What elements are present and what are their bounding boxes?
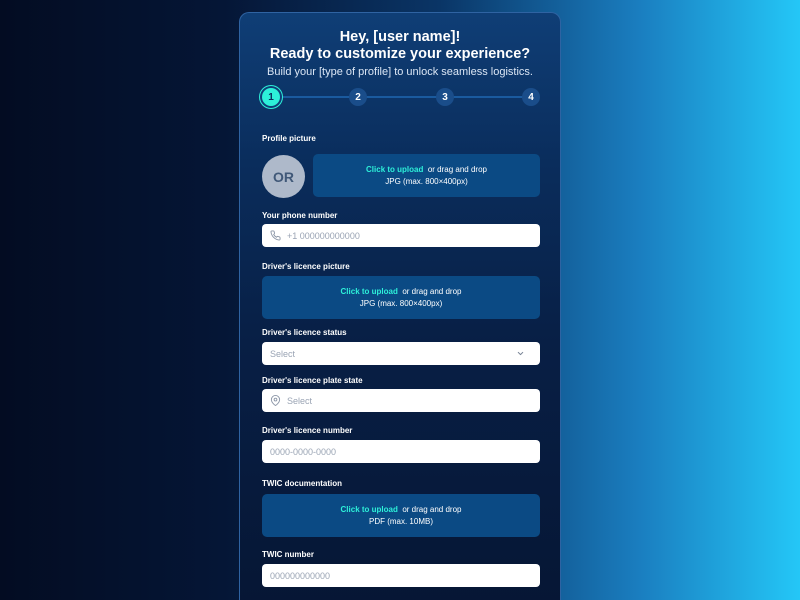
plate-state-select[interactable]: Select (262, 389, 540, 412)
phone-label: Your phone number (262, 211, 338, 220)
licence-number-placeholder: 0000-0000-0000 (270, 446, 337, 457)
step-2[interactable]: 2 (349, 88, 367, 106)
twic-doc-label: TWIC documentation (262, 479, 342, 488)
upload-instruction: or drag and drop (427, 164, 487, 174)
headline-text: Ready to customize your experience? (269, 46, 531, 62)
phone-input[interactable]: +1 000000000000 (262, 224, 540, 247)
step-4[interactable]: 4 (522, 88, 540, 106)
phone-placeholder: +1 000000000000 (287, 230, 360, 241)
licence-status-select[interactable]: Select (262, 342, 540, 365)
upload-instruction: or drag and drop (402, 504, 462, 514)
twic-number-label: TWIC number (262, 550, 314, 559)
profile-picture-label: Profile picture (262, 134, 316, 143)
licence-status-placeholder: Select (270, 348, 296, 359)
twic-number-placeholder: 000000000000 (270, 570, 331, 581)
twic-doc-upload[interactable]: Click to upload or drag and drop PDF (ma… (262, 494, 540, 537)
profile-picture-upload[interactable]: Click to upload or drag and drop JPG (ma… (313, 154, 540, 197)
onboarding-card: Hey, [user name]! Ready to customize you… (239, 12, 561, 600)
plate-state-label: Driver's licence plate state (262, 376, 363, 385)
upload-link[interactable]: Click to upload (341, 505, 398, 514)
upload-hint: PDF (max. 10MB) (368, 516, 433, 526)
licence-status-label: Driver's licence status (262, 328, 347, 337)
page-subtitle: Build your [type of profile] to unlock s… (267, 66, 533, 78)
step-1[interactable]: 1 (262, 88, 280, 106)
upload-hint: JPG (max. 800×400px) (359, 298, 443, 308)
licence-picture-upload[interactable]: Click to upload or drag and drop JPG (ma… (262, 276, 540, 319)
upload-link[interactable]: Click to upload (341, 287, 398, 296)
chevron-down-icon (517, 351, 524, 356)
phone-icon (270, 230, 281, 241)
page-title: Hey, [user name]! Ready to customize you… (240, 29, 560, 63)
licence-picture-label: Driver's licence picture (262, 262, 350, 271)
upload-hint: JPG (max. 800×400px) (385, 176, 468, 186)
licence-number-input[interactable]: 0000-0000-0000 (262, 440, 540, 463)
twic-number-input[interactable]: 000000000000 (262, 564, 540, 587)
greeting-text: Hey, [user name]! (339, 29, 461, 45)
step-3[interactable]: 3 (436, 88, 454, 106)
upload-link[interactable]: Click to upload (366, 165, 423, 174)
upload-instruction: or drag and drop (402, 286, 462, 296)
licence-number-label: Driver's licence number (262, 426, 353, 435)
location-pin-icon (270, 395, 281, 406)
avatar-placeholder: OR (262, 155, 305, 198)
plate-state-placeholder: Select (287, 395, 313, 406)
stepper-line (271, 96, 531, 98)
progress-stepper: 1 2 3 4 (262, 88, 540, 106)
